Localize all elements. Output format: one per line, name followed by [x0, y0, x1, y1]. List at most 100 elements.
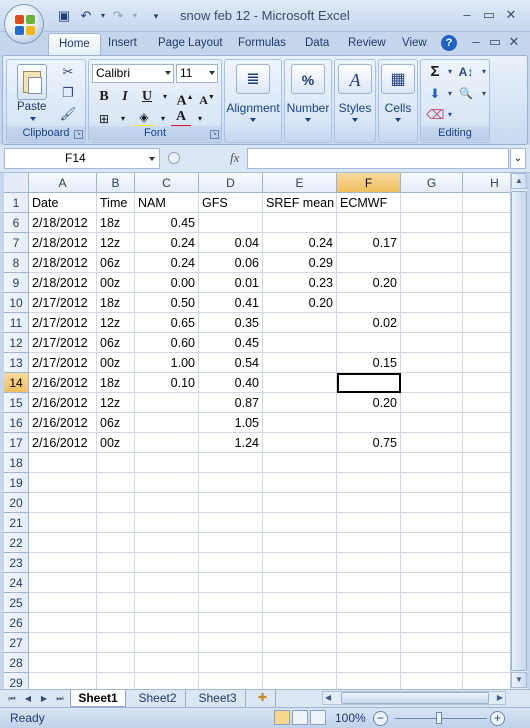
cell-d14[interactable]: 0.40 — [199, 373, 263, 393]
undo-dropdown-icon[interactable]: ▾ — [95, 8, 111, 24]
cell-f27[interactable] — [337, 633, 401, 653]
cell-h11[interactable] — [463, 313, 510, 333]
sort-filter-icon[interactable]: A↕ — [457, 63, 475, 81]
cell-h13[interactable] — [463, 353, 510, 373]
styles-group[interactable]: A Styles — [334, 59, 376, 143]
name-box-dropdown-icon[interactable] — [149, 157, 155, 161]
workbook-close-button[interactable]: ✕ — [503, 33, 525, 51]
cell-c24[interactable] — [135, 573, 199, 593]
tab-insert[interactable]: Insert — [108, 37, 137, 49]
cell-b23[interactable] — [97, 553, 135, 573]
cell-f11[interactable]: 0.02 — [337, 313, 401, 333]
cell-d15[interactable]: 0.87 — [199, 393, 263, 413]
cell-c9[interactable]: 0.00 — [135, 273, 199, 293]
cell-a15[interactable]: 2/16/2012 — [29, 393, 97, 413]
cell-f9[interactable]: 0.20 — [337, 273, 401, 293]
cell-d17[interactable]: 1.24 — [199, 433, 263, 453]
italic-icon[interactable]: I — [115, 87, 135, 107]
cell-h16[interactable] — [463, 413, 510, 433]
cell-h9[interactable] — [463, 273, 510, 293]
cut-icon[interactable]: ✂ — [59, 63, 77, 81]
tab-home[interactable]: Home — [48, 33, 101, 57]
help-icon[interactable]: ? — [441, 35, 457, 51]
cell-d1[interactable]: GFS — [199, 193, 263, 213]
cell-c12[interactable]: 0.60 — [135, 333, 199, 353]
cell-f19[interactable] — [337, 473, 401, 493]
cell-e9[interactable]: 0.23 — [263, 273, 337, 293]
cell-d11[interactable]: 0.35 — [199, 313, 263, 333]
cell-a17[interactable]: 2/16/2012 — [29, 433, 97, 453]
cell-a7[interactable]: 2/18/2012 — [29, 233, 97, 253]
cell-g14[interactable] — [401, 373, 463, 393]
cell-g24[interactable] — [401, 573, 463, 593]
cell-f14[interactable] — [337, 373, 401, 393]
insert-sheet-icon[interactable]: ✚ — [250, 690, 276, 707]
cell-g10[interactable] — [401, 293, 463, 313]
column-header-a[interactable]: A — [29, 173, 97, 193]
cell-c26[interactable] — [135, 613, 199, 633]
cell-g27[interactable] — [401, 633, 463, 653]
cell-f13[interactable]: 0.15 — [337, 353, 401, 373]
cell-c18[interactable] — [135, 453, 199, 473]
cell-f15[interactable]: 0.20 — [337, 393, 401, 413]
grow-font-icon[interactable]: A▲ — [175, 87, 195, 109]
cell-g16[interactable] — [401, 413, 463, 433]
cell-b28[interactable] — [97, 653, 135, 673]
undo-icon[interactable]: ↶ — [78, 8, 94, 24]
zoom-out-icon[interactable]: − — [373, 711, 388, 726]
cell-d21[interactable] — [199, 513, 263, 533]
cell-g29[interactable] — [401, 673, 463, 689]
row-header-8[interactable]: 8 — [4, 253, 29, 273]
cell-e21[interactable] — [263, 513, 337, 533]
scroll-down-icon[interactable]: ▼ — [511, 672, 527, 688]
cell-f24[interactable] — [337, 573, 401, 593]
cell-h22[interactable] — [463, 533, 510, 553]
scroll-left-icon[interactable]: ◀ — [325, 692, 331, 704]
cell-h8[interactable] — [463, 253, 510, 273]
vertical-scroll-thumb[interactable] — [511, 191, 527, 671]
cell-c10[interactable]: 0.50 — [135, 293, 199, 313]
close-button[interactable]: ✕ — [500, 6, 522, 24]
cell-b25[interactable] — [97, 593, 135, 613]
row-header-27[interactable]: 27 — [4, 633, 29, 653]
cell-d25[interactable] — [199, 593, 263, 613]
column-header-c[interactable]: C — [135, 173, 199, 193]
cell-f23[interactable] — [337, 553, 401, 573]
cell-f26[interactable] — [337, 613, 401, 633]
cell-h7[interactable] — [463, 233, 510, 253]
cell-g28[interactable] — [401, 653, 463, 673]
row-header-1[interactable]: 1 — [4, 193, 29, 213]
cell-c15[interactable] — [135, 393, 199, 413]
column-header-b[interactable]: B — [97, 173, 135, 193]
redo-icon[interactable]: ↷ — [110, 8, 126, 24]
cell-a25[interactable] — [29, 593, 97, 613]
cell-e12[interactable] — [263, 333, 337, 353]
cell-b12[interactable]: 06z — [97, 333, 135, 353]
row-header-16[interactable]: 16 — [4, 413, 29, 433]
cell-g25[interactable] — [401, 593, 463, 613]
cell-b15[interactable]: 12z — [97, 393, 135, 413]
alignment-group[interactable]: ≣ Alignment — [224, 59, 282, 143]
cell-c27[interactable] — [135, 633, 199, 653]
cell-g26[interactable] — [401, 613, 463, 633]
cell-a10[interactable]: 2/17/2012 — [29, 293, 97, 313]
cell-e27[interactable] — [263, 633, 337, 653]
cell-h19[interactable] — [463, 473, 510, 493]
cell-a18[interactable] — [29, 453, 97, 473]
next-sheet-icon[interactable]: ▶ — [38, 692, 50, 705]
maximize-button[interactable]: ▭ — [478, 6, 500, 24]
cell-b27[interactable] — [97, 633, 135, 653]
cell-d24[interactable] — [199, 573, 263, 593]
cell-b9[interactable]: 00z — [97, 273, 135, 293]
sort-filter-dropdown-icon[interactable]: ▾ — [475, 63, 493, 81]
cell-a8[interactable]: 2/18/2012 — [29, 253, 97, 273]
cell-b17[interactable]: 00z — [97, 433, 135, 453]
cell-h1[interactable] — [463, 193, 510, 213]
cell-h21[interactable] — [463, 513, 510, 533]
row-header-7[interactable]: 7 — [4, 233, 29, 253]
cell-g7[interactable] — [401, 233, 463, 253]
row-header-12[interactable]: 12 — [4, 333, 29, 353]
cell-c28[interactable] — [135, 653, 199, 673]
shrink-font-icon[interactable]: A▼ — [197, 87, 217, 107]
cell-f10[interactable] — [337, 293, 401, 313]
